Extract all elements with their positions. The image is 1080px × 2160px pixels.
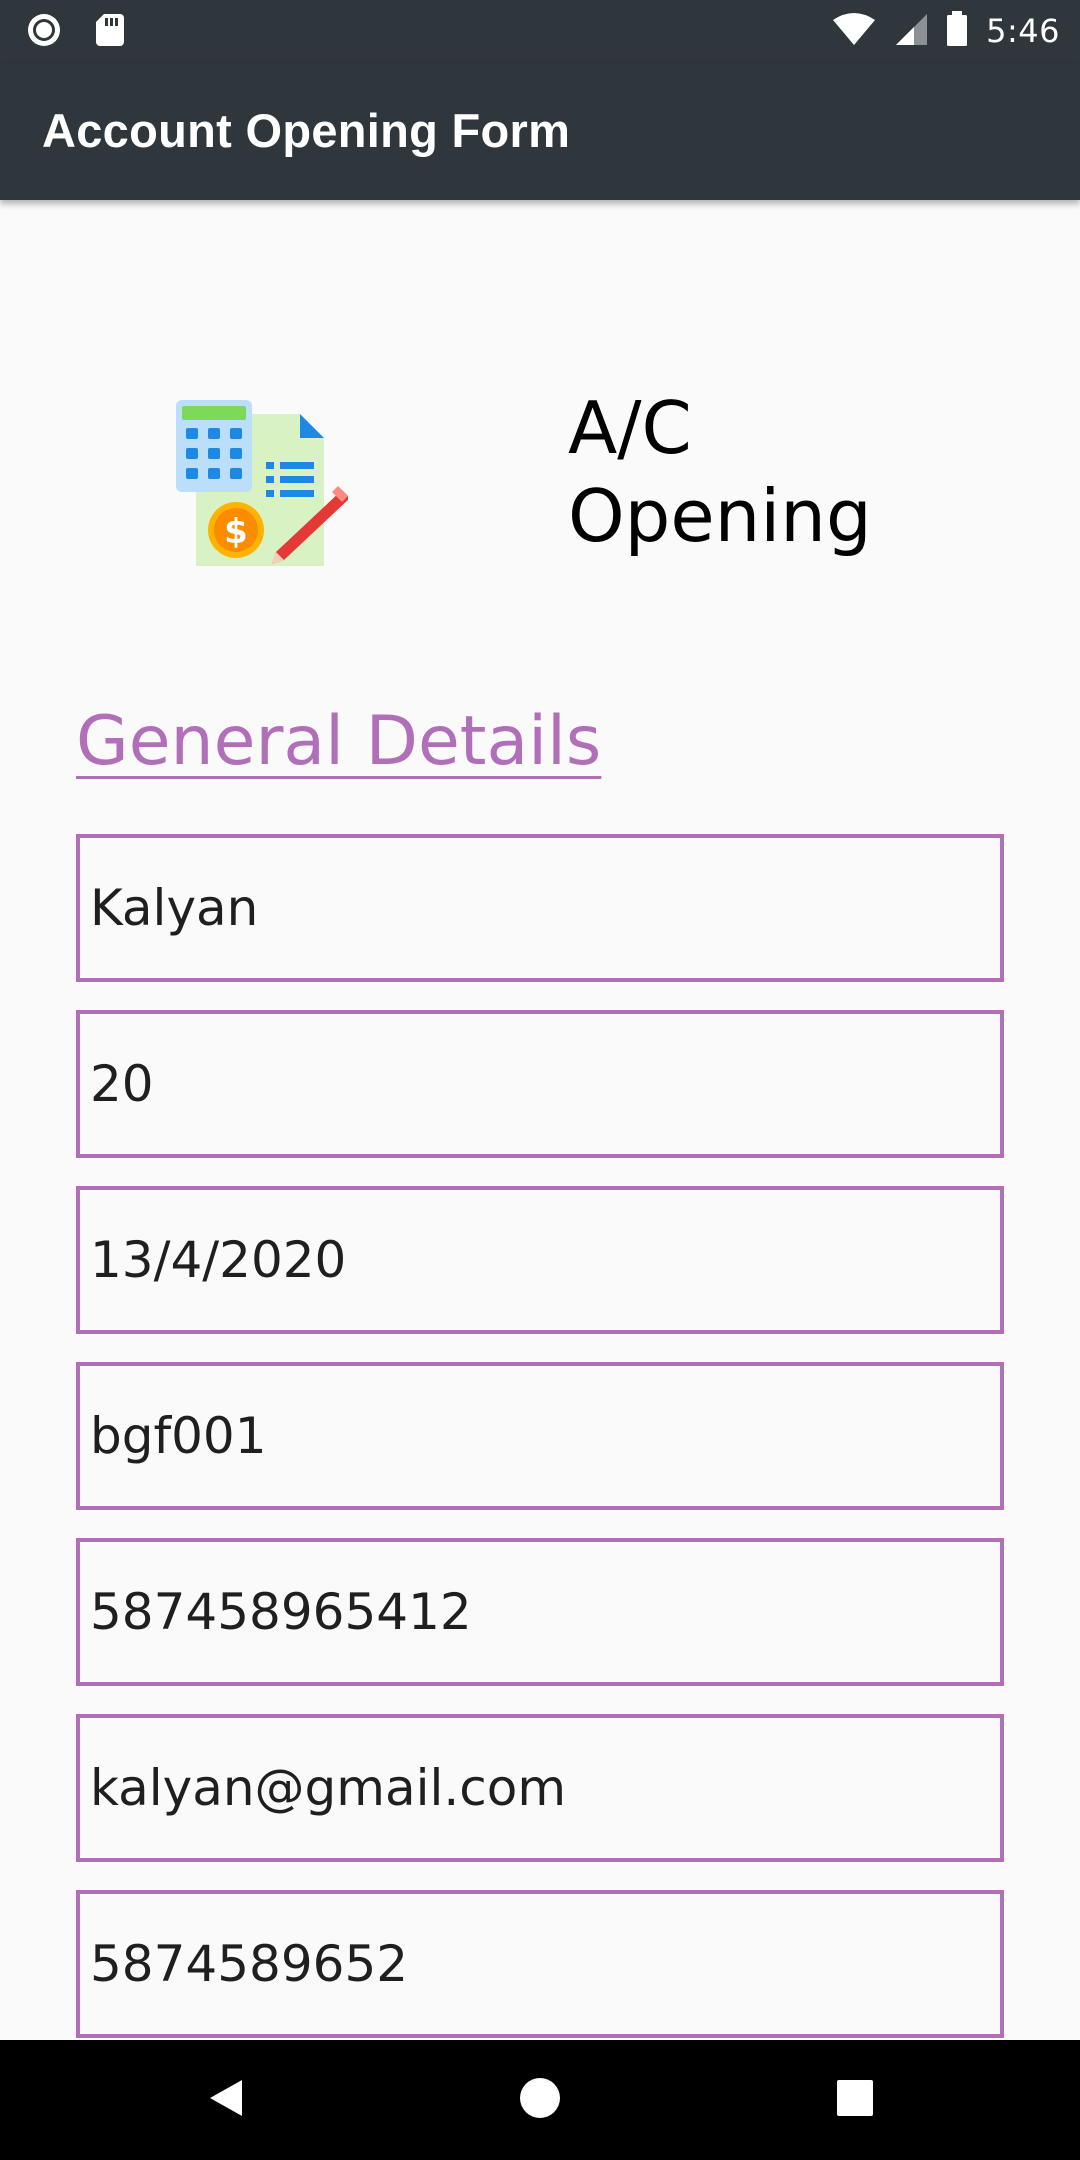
status-bar: 5:46 xyxy=(0,0,1080,63)
status-clock: 5:46 xyxy=(986,12,1060,50)
recents-icon xyxy=(835,2078,875,2122)
sd-card-icon xyxy=(94,12,126,52)
age-field-value: 20 xyxy=(90,1055,154,1113)
home-button[interactable] xyxy=(500,2060,580,2140)
date-field[interactable]: 13/4/2020 xyxy=(76,1186,1004,1334)
home-icon xyxy=(518,2076,562,2124)
customer-id-field-value: bgf001 xyxy=(90,1407,267,1465)
svg-text:$: $ xyxy=(224,512,248,552)
app-title: Account Opening Form xyxy=(42,104,571,157)
date-field-value: 13/4/2020 xyxy=(90,1231,347,1289)
signal-icon xyxy=(894,12,928,50)
wifi-icon xyxy=(832,12,876,50)
section-title: General Details xyxy=(76,702,602,781)
form-fields: Kalyan 20 13/4/2020 bgf001 587458965412 … xyxy=(76,834,1004,2066)
email-field[interactable]: kalyan@gmail.com xyxy=(76,1714,1004,1862)
account-number-field[interactable]: 587458965412 xyxy=(76,1538,1004,1686)
name-field[interactable]: Kalyan xyxy=(76,834,1004,982)
app-bar: Account Opening Form xyxy=(0,63,1080,200)
record-icon xyxy=(26,12,62,52)
phone-field[interactable]: 5874589652 xyxy=(76,1890,1004,2038)
phone-field-value: 5874589652 xyxy=(90,1935,409,1993)
name-field-value: Kalyan xyxy=(90,879,259,937)
recents-button[interactable] xyxy=(815,2060,895,2140)
hero-title: A/C Opening xyxy=(568,386,872,558)
navigation-bar xyxy=(0,2040,1080,2160)
back-icon xyxy=(204,2076,248,2124)
age-field[interactable]: 20 xyxy=(76,1010,1004,1158)
account-number-field-value: 587458965412 xyxy=(90,1583,472,1641)
battery-icon xyxy=(946,11,968,51)
calculator-document-icon: $ xyxy=(172,398,350,574)
email-field-value: kalyan@gmail.com xyxy=(90,1759,567,1817)
back-button[interactable] xyxy=(186,2060,266,2140)
customer-id-field[interactable]: bgf001 xyxy=(76,1362,1004,1510)
